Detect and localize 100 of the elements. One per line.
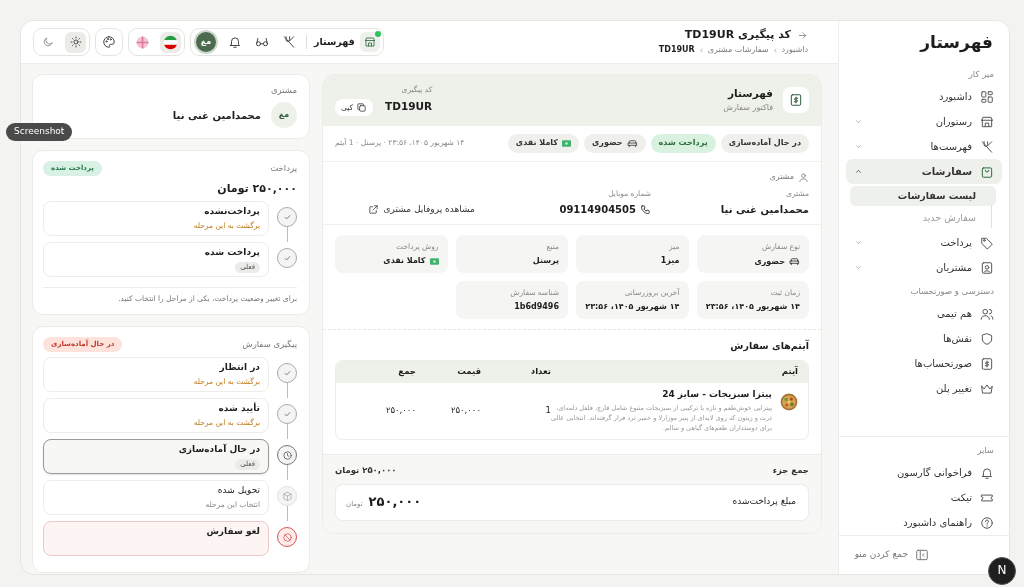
step-title: تحویل شده xyxy=(216,485,260,497)
nav-item[interactable]: فراخوانی گارسون xyxy=(846,460,1002,485)
card-title: مشتری xyxy=(269,85,297,97)
column-header: آیتم xyxy=(780,366,798,378)
clock-icon xyxy=(281,449,293,461)
chair-icon xyxy=(789,256,800,268)
tracking-code: TD19UR xyxy=(385,100,433,115)
section-label: سایر xyxy=(839,435,1009,460)
table-cell-text: ۲۵۰,۰۰۰ xyxy=(384,405,416,417)
step-title: لغو سفارش xyxy=(205,526,260,538)
nav-item[interactable]: راهنمای داشبورد xyxy=(846,510,1002,535)
column-header: تعداد xyxy=(529,366,551,378)
logo: فهرستار xyxy=(920,30,993,54)
nav-item[interactable]: صورتحساب‌ها xyxy=(846,351,1002,377)
tile-value: ۱۴ شهریور ۱۴۰۵، ۲۳:۵۶ xyxy=(705,302,800,313)
collapse-menu-button[interactable]: جمع کردن منو xyxy=(854,548,929,562)
bell-icon[interactable] xyxy=(228,35,242,49)
step-title: در انتظار xyxy=(218,362,260,374)
shield-icon xyxy=(980,331,994,346)
tooltip: Screenshot xyxy=(6,123,73,141)
paid-label: مبلغ پرداخت‌شده xyxy=(732,496,796,509)
section-label: میز کار xyxy=(967,68,995,81)
invoice-title: فهرستار xyxy=(726,87,773,101)
language-option[interactable] xyxy=(160,31,181,53)
card-title: پیگیری سفارش xyxy=(242,339,297,351)
section-heading: آیتم‌های سفارش xyxy=(729,339,809,352)
payment-amount: ۲۵۰,۰۰۰ تومان xyxy=(216,182,297,197)
step-title: پرداخت‌نشده xyxy=(203,206,260,219)
sun-icon xyxy=(69,36,82,48)
step-title: تأیید شده xyxy=(217,403,260,415)
step-title: پرداخت شده xyxy=(203,247,260,260)
nav-item[interactable]: نقش‌ها xyxy=(846,326,1002,352)
status-chip: کاملا نقدی xyxy=(507,133,579,153)
ban-icon xyxy=(281,531,293,543)
nav-subitem[interactable]: لیست سفارشات xyxy=(850,186,996,207)
help-icon xyxy=(980,515,994,530)
chair-icon xyxy=(626,137,638,149)
store-icon xyxy=(980,114,994,129)
nav-item[interactable]: فهرست‌ها xyxy=(846,134,1002,160)
nav-item[interactable]: رستوران xyxy=(846,109,1002,135)
sidebar-collapse-icon xyxy=(915,548,929,562)
crown-icon xyxy=(980,381,994,396)
item-name: پیتزا سبزیجات - سایز 24 xyxy=(661,388,772,401)
nav-item[interactable]: سفارشات xyxy=(846,159,1002,185)
receipt-icon xyxy=(789,93,803,108)
breadcrumb-link[interactable]: سفارشات مشتری xyxy=(707,45,769,56)
user-avatar[interactable]: مغ xyxy=(194,30,218,54)
chevron-icon xyxy=(771,47,779,55)
external-link-icon xyxy=(367,204,379,216)
step-option[interactable]: لغو سفارش xyxy=(43,521,269,557)
box-icon xyxy=(281,490,293,502)
table-cell-text: 1 xyxy=(544,405,551,417)
phone-icon xyxy=(640,203,651,215)
restaurant-switcher[interactable]: فهرستار xyxy=(314,32,380,52)
id-card-icon xyxy=(980,260,994,275)
nav-item[interactable]: هم تیمی xyxy=(846,301,1002,327)
utensils-icon[interactable] xyxy=(282,35,296,49)
breadcrumb-link[interactable]: داشبورد xyxy=(781,45,808,56)
subtotal-label: جمع جزء xyxy=(772,464,809,476)
moon-icon xyxy=(41,36,54,48)
tile-value: کاملا نقدی xyxy=(383,256,426,267)
copy-icon xyxy=(356,101,368,113)
utensils-icon xyxy=(980,139,994,154)
column-header: قیمت xyxy=(456,366,481,378)
nav-item[interactable]: داشبورد xyxy=(846,84,1002,110)
profile-link[interactable]: مشاهده پروفایل مشتری xyxy=(367,203,475,216)
theme-option[interactable] xyxy=(65,31,86,53)
bag-icon xyxy=(980,164,994,179)
status-chip: پرداخت شده xyxy=(650,133,716,153)
nav-item[interactable]: پرداخت xyxy=(846,230,1002,256)
tile-value: حضوری xyxy=(754,256,785,267)
tile-value: میز1 xyxy=(660,256,680,267)
nav-item[interactable]: مشتریان xyxy=(846,255,1002,281)
cash-icon xyxy=(429,257,439,265)
phone-number: 09114904505 xyxy=(559,202,636,216)
table-cell-text: ۲۵۰,۰۰۰ xyxy=(449,405,481,417)
paid-amount: ۲۵۰,۰۰۰ xyxy=(368,493,422,511)
glasses-icon[interactable] xyxy=(255,35,269,49)
tile-value: ۱۴ شهریور ۱۴۰۵، ۲۳:۵۶ xyxy=(585,302,680,313)
user-icon xyxy=(798,171,809,183)
palette-icon[interactable] xyxy=(102,35,116,49)
tile-value: پرسنل xyxy=(532,256,559,267)
back-arrow-icon[interactable] xyxy=(797,29,808,41)
breadcrumb-link[interactable]: TD19UR xyxy=(658,45,695,56)
users-icon xyxy=(980,306,994,321)
nav-item[interactable]: تغییر پلن xyxy=(846,376,1002,402)
chevron-icon xyxy=(697,47,705,55)
receipt-icon xyxy=(980,356,994,371)
tag-icon xyxy=(980,235,994,250)
subtotal-value: ۲۵۰,۰۰۰ تومان xyxy=(335,464,397,476)
page-title: کد پیگیری TD19UR xyxy=(684,28,791,43)
dev-badge[interactable]: N xyxy=(988,557,1016,585)
flag-icon xyxy=(162,33,179,51)
tile-value: 1b6d9496 xyxy=(514,302,559,313)
cash-icon xyxy=(562,139,571,147)
step-title: در حال آماده‌سازی xyxy=(177,444,260,456)
invoice-subtitle: فاکتور سفارش xyxy=(723,103,773,114)
customer-avatar: مغ xyxy=(271,102,297,129)
nav-item[interactable]: تیکت xyxy=(846,485,1002,510)
section-label: دسترسی و صورتحساب xyxy=(909,285,995,299)
